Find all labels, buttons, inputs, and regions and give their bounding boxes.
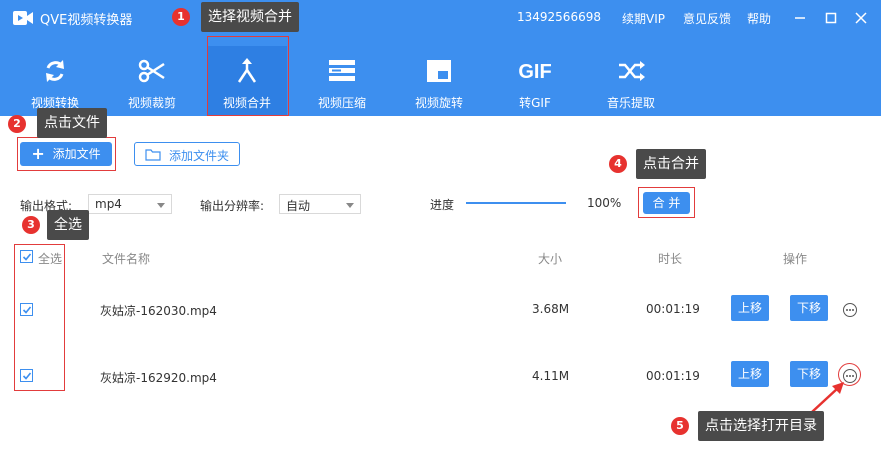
output-format-select[interactable]: mp4 — [88, 194, 172, 214]
nav-video-rotate[interactable]: 视频旋转 — [399, 46, 479, 116]
nav-video-compress[interactable]: 视频压缩 — [302, 46, 382, 116]
callout-number: 2 — [8, 115, 26, 133]
file-name: 灰姑凉-162030.mp4 — [100, 304, 217, 318]
callout-tooltip: 点击选择打开目录 — [698, 411, 824, 441]
move-up-button[interactable]: 上移 — [731, 361, 769, 387]
nav-video-convert[interactable]: 视频转换 — [15, 46, 95, 116]
highlight-add-file — [17, 137, 116, 171]
close-button[interactable] — [851, 8, 871, 28]
check-icon — [22, 372, 32, 380]
add-folder-label: 添加文件夹 — [169, 149, 230, 163]
file-duration: 00:01:19 — [646, 369, 700, 383]
scissors-icon — [138, 59, 165, 83]
callout-number: 5 — [671, 417, 689, 435]
shuffle-icon — [619, 61, 645, 81]
progress-value: 100% — [587, 196, 622, 210]
app-logo-icon — [13, 11, 33, 25]
check-icon — [22, 306, 32, 314]
highlight-merge-button — [638, 187, 695, 218]
file-duration: 00:01:19 — [646, 302, 700, 316]
nav-label: 视频旋转 — [414, 96, 463, 110]
move-up-button[interactable]: 上移 — [731, 295, 769, 321]
title-bar: QVE视频转换器 13492566698 续期VIP 意见反馈 帮助 — [0, 0, 881, 36]
row-checkbox[interactable] — [20, 303, 33, 316]
app-header: QVE视频转换器 13492566698 续期VIP 意见反馈 帮助 视频转换 … — [0, 0, 881, 116]
nav-label: 视频裁剪 — [127, 96, 176, 110]
file-size: 4.11M — [532, 369, 570, 383]
callout-tooltip: 全选 — [47, 210, 89, 240]
highlight-merge-tab — [207, 36, 289, 116]
progress-bar — [466, 202, 566, 204]
nav-label: 视频压缩 — [317, 96, 366, 110]
folder-icon — [145, 149, 161, 161]
compress-icon — [329, 60, 355, 81]
column-header-duration: 时长 — [658, 252, 683, 266]
chevron-down-icon — [346, 203, 354, 208]
file-size: 3.68M — [532, 302, 570, 316]
file-name: 灰姑凉-162920.mp4 — [100, 371, 217, 385]
callout-number: 3 — [22, 216, 40, 234]
add-folder-button[interactable]: 添加文件夹 — [134, 142, 240, 166]
help-link[interactable]: 帮助 — [747, 10, 771, 27]
output-format-value: mp4 — [95, 197, 122, 211]
output-resolution-label: 输出分辨率: — [200, 199, 265, 213]
rotate-icon — [427, 60, 451, 82]
output-resolution-select[interactable]: 自动 — [279, 194, 361, 214]
move-down-button[interactable]: 下移 — [790, 295, 828, 321]
nav-to-gif[interactable]: GIF 转GIF — [495, 46, 575, 116]
output-resolution-value: 自动 — [286, 199, 311, 213]
gif-icon: GIF — [518, 61, 552, 83]
column-header-name: 文件名称 — [102, 252, 151, 266]
nav-music-extract[interactable]: 音乐提取 — [591, 46, 671, 116]
nav-label: 转GIF — [519, 96, 551, 110]
feedback-link[interactable]: 意见反馈 — [683, 10, 731, 27]
chevron-down-icon — [157, 203, 165, 208]
progress-fill — [466, 202, 566, 204]
minimize-button[interactable] — [790, 8, 810, 28]
nav-label: 音乐提取 — [606, 96, 655, 110]
column-header-actions: 操作 — [783, 252, 808, 266]
progress-label: 进度 — [430, 198, 455, 212]
nav-video-cut[interactable]: 视频裁剪 — [112, 46, 192, 116]
account-phone: 13492566698 — [517, 10, 601, 24]
more-options-icon[interactable] — [843, 303, 857, 317]
renew-vip-link[interactable]: 续期VIP — [622, 10, 665, 27]
callout-number: 4 — [609, 155, 627, 173]
callout-tooltip: 点击文件 — [37, 108, 107, 138]
app-title: QVE视频转换器 — [40, 13, 133, 28]
row-checkbox[interactable] — [20, 369, 33, 382]
maximize-button[interactable] — [821, 8, 841, 28]
callout-number: 1 — [172, 8, 190, 26]
callout-tooltip: 选择视频合并 — [201, 2, 299, 32]
refresh-icon — [46, 60, 64, 82]
callout-tooltip: 点击合并 — [636, 149, 706, 179]
column-header-size: 大小 — [538, 252, 563, 266]
